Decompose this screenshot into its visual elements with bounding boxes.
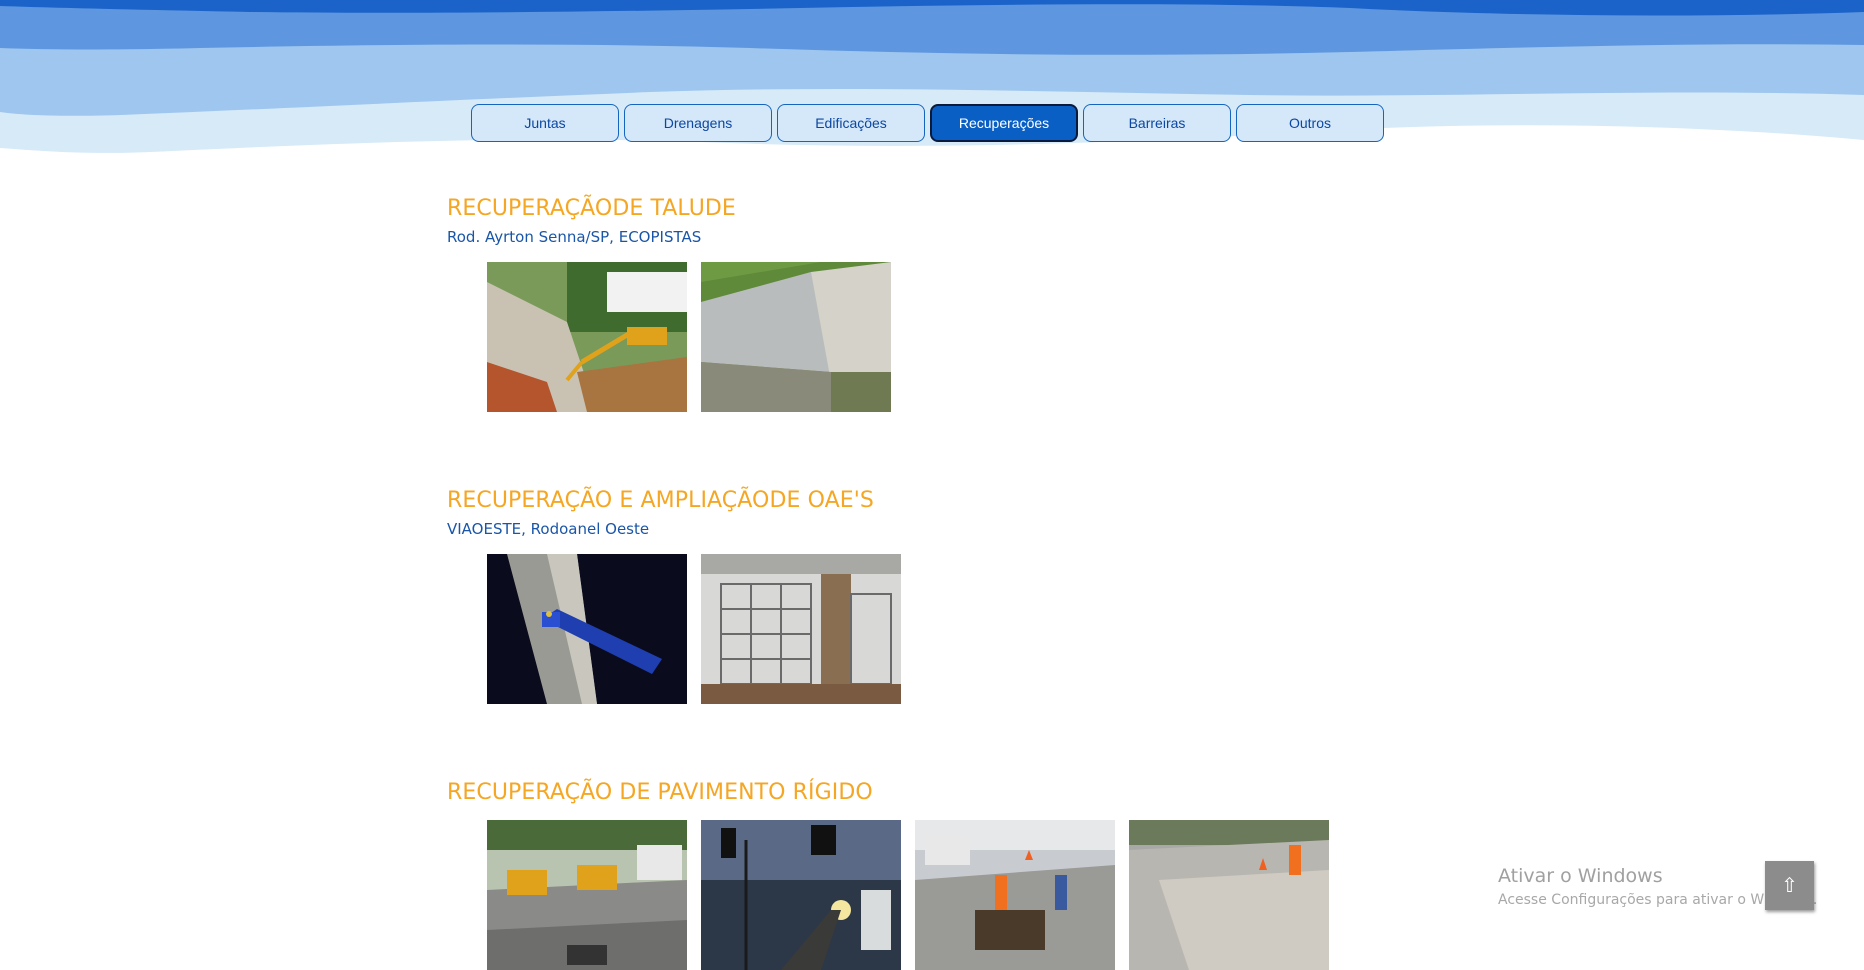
section-pavimento-rigido: RECUPERAÇÃO DE PAVIMENTO RÍGIDO	[447, 780, 1329, 970]
section-recuperacao-talude: RECUPERAÇÃODE TALUDE Rod. Ayrton Senna/S…	[447, 196, 891, 412]
photo-pavimento-workers[interactable]	[915, 820, 1115, 970]
scroll-to-top-button[interactable]: ⇧	[1765, 861, 1814, 910]
tab-outros[interactable]: Outros	[1236, 104, 1384, 142]
photo-talude-excavator[interactable]	[487, 262, 687, 412]
photo-oae-lift[interactable]	[487, 554, 687, 704]
tab-edificacoes[interactable]: Edificações	[777, 104, 925, 142]
photo-oae-scaffold[interactable]	[701, 554, 901, 704]
tab-barreiras[interactable]: Barreiras	[1083, 104, 1231, 142]
section-title: RECUPERAÇÃO DE PAVIMENTO RÍGIDO	[447, 780, 873, 805]
photo-gallery	[487, 820, 1329, 970]
section-recuperacao-oaes: RECUPERAÇÃO E AMPLIAÇÃODE OAE'S VIAOESTE…	[447, 488, 901, 704]
windows-activation-title: Ativar o Windows	[1498, 865, 1663, 887]
section-subtitle: Rod. Ayrton Senna/SP, ECOPISTAS	[447, 228, 702, 246]
section-title: RECUPERAÇÃO E AMPLIAÇÃODE OAE'S	[447, 488, 874, 513]
photo-pavimento-night[interactable]	[701, 820, 901, 970]
section-title: RECUPERAÇÃODE TALUDE	[447, 196, 736, 221]
photo-gallery	[487, 554, 901, 704]
photo-pavimento-concrete[interactable]	[1129, 820, 1329, 970]
photo-gallery	[487, 262, 891, 412]
tab-recuperacoes[interactable]: Recuperações	[930, 104, 1078, 142]
arrow-up-icon: ⇧	[1781, 875, 1798, 897]
photo-talude-gabion[interactable]	[701, 262, 891, 412]
section-subtitle: VIAOESTE, Rodoanel Oeste	[447, 520, 650, 538]
category-tabs: Juntas Drenagens Edificações Recuperaçõe…	[471, 104, 1384, 142]
tab-drenagens[interactable]: Drenagens	[624, 104, 772, 142]
tab-juntas[interactable]: Juntas	[471, 104, 619, 142]
photo-pavimento-excavators[interactable]	[487, 820, 687, 970]
header-waves	[0, 0, 1864, 170]
